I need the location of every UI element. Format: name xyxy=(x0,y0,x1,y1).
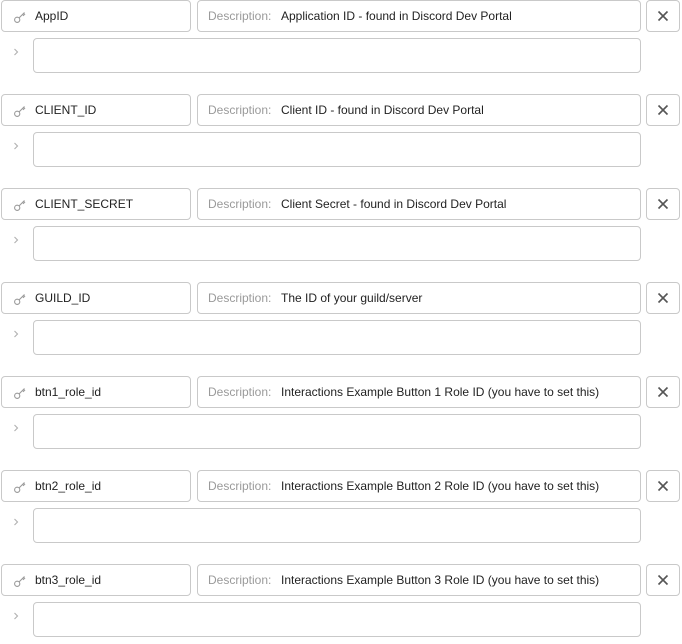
description-label: Description: xyxy=(208,385,272,399)
secret-key-text: CLIENT_ID xyxy=(35,103,97,117)
secret-value-input[interactable] xyxy=(33,38,641,73)
secret-description-field[interactable]: Description: Application ID - found in D… xyxy=(197,0,641,32)
chevron-right-icon[interactable] xyxy=(12,517,20,527)
secret-value-input[interactable] xyxy=(33,132,641,167)
key-icon xyxy=(14,294,26,305)
secret-key-text: btn2_role_id xyxy=(35,479,102,493)
secret-value-input[interactable] xyxy=(33,508,641,543)
chevron-right-icon[interactable] xyxy=(12,141,20,151)
chevron-right-icon[interactable] xyxy=(12,47,20,57)
secret-key-field[interactable]: btn2_role_id xyxy=(1,470,191,502)
key-icon xyxy=(14,482,26,493)
remove-secret-button[interactable] xyxy=(646,564,680,596)
key-icon xyxy=(14,106,26,117)
chevron-right-icon[interactable] xyxy=(12,423,20,433)
secret-key-text: AppID xyxy=(35,9,69,23)
secret-key-text: CLIENT_SECRET xyxy=(35,197,134,211)
secret-value-input[interactable] xyxy=(33,320,641,355)
remove-secret-button[interactable] xyxy=(646,376,680,408)
remove-secret-button[interactable] xyxy=(646,470,680,502)
remove-secret-button[interactable] xyxy=(646,282,680,314)
secret-key-field[interactable]: GUILD_ID xyxy=(1,282,191,314)
description-text: Interactions Example Button 3 Role ID (y… xyxy=(281,573,600,587)
secret-entry: btn1_role_id Description: Interactions E… xyxy=(0,376,682,456)
secret-key-text: btn1_role_id xyxy=(35,385,102,399)
secret-value-input[interactable] xyxy=(33,414,641,449)
secret-key-text: btn3_role_id xyxy=(35,573,102,587)
secret-entry: btn2_role_id Description: Interactions E… xyxy=(0,470,682,550)
description-text: Interactions Example Button 1 Role ID (y… xyxy=(281,385,600,399)
remove-secret-button[interactable] xyxy=(646,94,680,126)
key-icon xyxy=(14,576,26,587)
secret-description-field[interactable]: Description: Interactions Example Button… xyxy=(197,376,641,408)
description-label: Description: xyxy=(208,573,272,587)
close-icon xyxy=(657,386,669,398)
chevron-right-icon[interactable] xyxy=(12,235,20,245)
remove-secret-button[interactable] xyxy=(646,188,680,220)
description-label: Description: xyxy=(208,103,272,117)
description-label: Description: xyxy=(208,9,272,23)
close-icon xyxy=(657,480,669,492)
secret-value-input[interactable] xyxy=(33,602,641,637)
chevron-right-icon[interactable] xyxy=(12,611,20,621)
secret-key-field[interactable]: AppID xyxy=(1,0,191,32)
close-icon xyxy=(657,574,669,586)
secret-description-field[interactable]: Description: Client Secret - found in Di… xyxy=(197,188,641,220)
description-text: Application ID - found in Discord Dev Po… xyxy=(281,9,512,23)
secrets-list: AppID Description: Application ID - foun… xyxy=(0,0,682,640)
secret-key-field[interactable]: CLIENT_ID xyxy=(1,94,191,126)
secret-entry: AppID Description: Application ID - foun… xyxy=(0,0,682,80)
secret-description-field[interactable]: Description: Client ID - found in Discor… xyxy=(197,94,641,126)
key-icon xyxy=(14,12,26,23)
secret-description-field[interactable]: Description: Interactions Example Button… xyxy=(197,564,641,596)
secret-description-field[interactable]: Description: The ID of your guild/server xyxy=(197,282,641,314)
close-icon xyxy=(657,292,669,304)
description-text: Interactions Example Button 2 Role ID (y… xyxy=(281,479,600,493)
description-label: Description: xyxy=(208,197,272,211)
description-label: Description: xyxy=(208,291,272,305)
secret-value-input[interactable] xyxy=(33,226,641,261)
close-icon xyxy=(657,198,669,210)
key-icon xyxy=(14,388,26,399)
description-text: Client ID - found in Discord Dev Portal xyxy=(281,103,484,117)
secret-entry: btn3_role_id Description: Interactions E… xyxy=(0,564,682,644)
remove-secret-button[interactable] xyxy=(646,0,680,32)
secret-key-text: GUILD_ID xyxy=(35,291,91,305)
description-text: The ID of your guild/server xyxy=(281,291,423,305)
secret-entry: CLIENT_SECRET Description: Client Secret… xyxy=(0,188,682,268)
description-label: Description: xyxy=(208,479,272,493)
secret-description-field[interactable]: Description: Interactions Example Button… xyxy=(197,470,641,502)
secret-key-field[interactable]: btn1_role_id xyxy=(1,376,191,408)
secret-entry: GUILD_ID Description: The ID of your gui… xyxy=(0,282,682,362)
secret-entry: CLIENT_ID Description: Client ID - found… xyxy=(0,94,682,174)
close-icon xyxy=(657,104,669,116)
secret-key-field[interactable]: btn3_role_id xyxy=(1,564,191,596)
key-icon xyxy=(14,200,26,211)
close-icon xyxy=(657,10,669,22)
description-text: Client Secret - found in Discord Dev Por… xyxy=(281,197,507,211)
chevron-right-icon[interactable] xyxy=(12,329,20,339)
secret-key-field[interactable]: CLIENT_SECRET xyxy=(1,188,191,220)
